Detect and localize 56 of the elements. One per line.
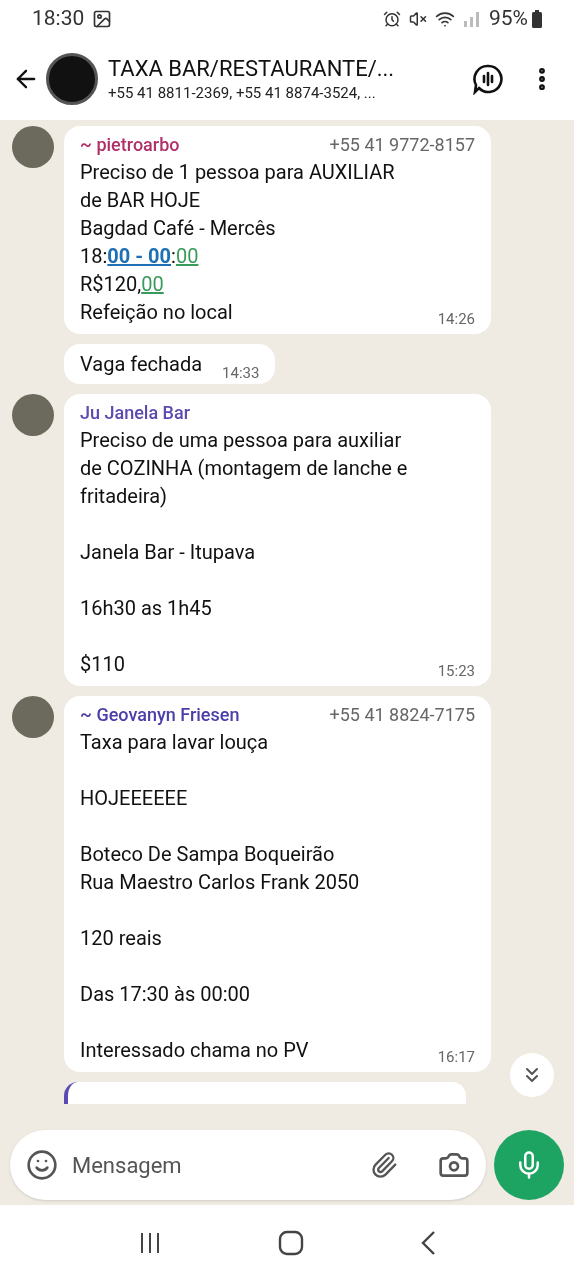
message-text: 18: (80, 243, 108, 270)
message-text: 120 reais (80, 925, 162, 952)
battery-icon (532, 10, 542, 28)
message-time: 15:23 (437, 662, 475, 680)
status-time: 18:30 (32, 5, 85, 33)
sender-name[interactable]: ~ Geovanyn Friesen (80, 702, 240, 728)
message-text: de COZINHA (montagem de lanche e (80, 455, 408, 482)
home-icon[interactable] (278, 1229, 304, 1256)
message-text: Das 17:30 às 00:00 (80, 981, 251, 1008)
message-time: 16:17 (437, 1048, 475, 1066)
message-text: $110 (80, 651, 125, 678)
message-field[interactable]: Mensagem (10, 1130, 486, 1200)
attach-icon[interactable] (370, 1151, 398, 1179)
message-text: Boteco De Sampa Boqueirão (80, 841, 335, 868)
message-text: HOJEEEEEE (80, 785, 188, 812)
chat-members: +55 41 8811-2369, +55 41 8874-3524, ... (108, 83, 377, 103)
battery-percent: 95% (489, 5, 528, 33)
message-text: Preciso de 1 pessoa para AUXILIAR (80, 159, 395, 186)
avatar[interactable] (12, 126, 54, 168)
message-text: Bagdad Café - Mercês (80, 215, 276, 242)
time-link[interactable]: 00 - 00 (107, 242, 172, 270)
avatar[interactable] (12, 696, 54, 738)
message-text: fritadeira) (80, 483, 167, 510)
message-text: : (171, 243, 176, 270)
sender-phone: +55 41 8824-7175 (329, 703, 475, 727)
message-text: Refeição no local (80, 299, 233, 326)
message-time: 14:26 (437, 310, 475, 328)
back-nav-icon[interactable] (420, 1229, 436, 1256)
chat-title[interactable]: TAXA BAR/RESTAURANTE/... (108, 55, 472, 83)
signal-icon (463, 11, 481, 27)
gallery-icon (92, 9, 113, 29)
number-link[interactable]: 00 (175, 242, 199, 270)
recents-icon[interactable] (138, 1230, 162, 1255)
scroll-down-button[interactable] (510, 1053, 554, 1097)
message-text: Vaga fechada (80, 351, 203, 378)
message-text: Taxa para lavar louça (80, 729, 269, 756)
message-time: 14:33 (222, 364, 260, 382)
group-avatar[interactable] (46, 53, 98, 105)
wifi-icon (435, 9, 455, 29)
message-text: de BAR HOJE (80, 187, 201, 214)
number-link[interactable]: 00 (141, 270, 164, 298)
sticker-icon[interactable] (26, 1149, 58, 1181)
message-text: Janela Bar - Itupava (80, 539, 256, 566)
message-input[interactable]: Mensagem (72, 1148, 370, 1182)
voice-chat-icon[interactable] (472, 63, 504, 95)
message-text: Interessado chama no PV (80, 1037, 309, 1064)
message-text: Preciso de uma pessoa para auxiliar (80, 427, 402, 454)
avatar[interactable] (12, 394, 54, 436)
sender-name[interactable]: Ju Janela Bar (80, 400, 191, 426)
mute-icon (409, 10, 427, 28)
alarm-icon (383, 10, 401, 28)
message-text: Rua Maestro Carlos Frank 2050 (80, 869, 360, 896)
sender-phone: +55 41 9772-8157 (329, 133, 475, 157)
message-text: R$120, (80, 271, 142, 298)
message-text: 16h30 as 1h45 (80, 595, 212, 622)
sender-name[interactable]: ~ pietroarbo (80, 132, 180, 158)
